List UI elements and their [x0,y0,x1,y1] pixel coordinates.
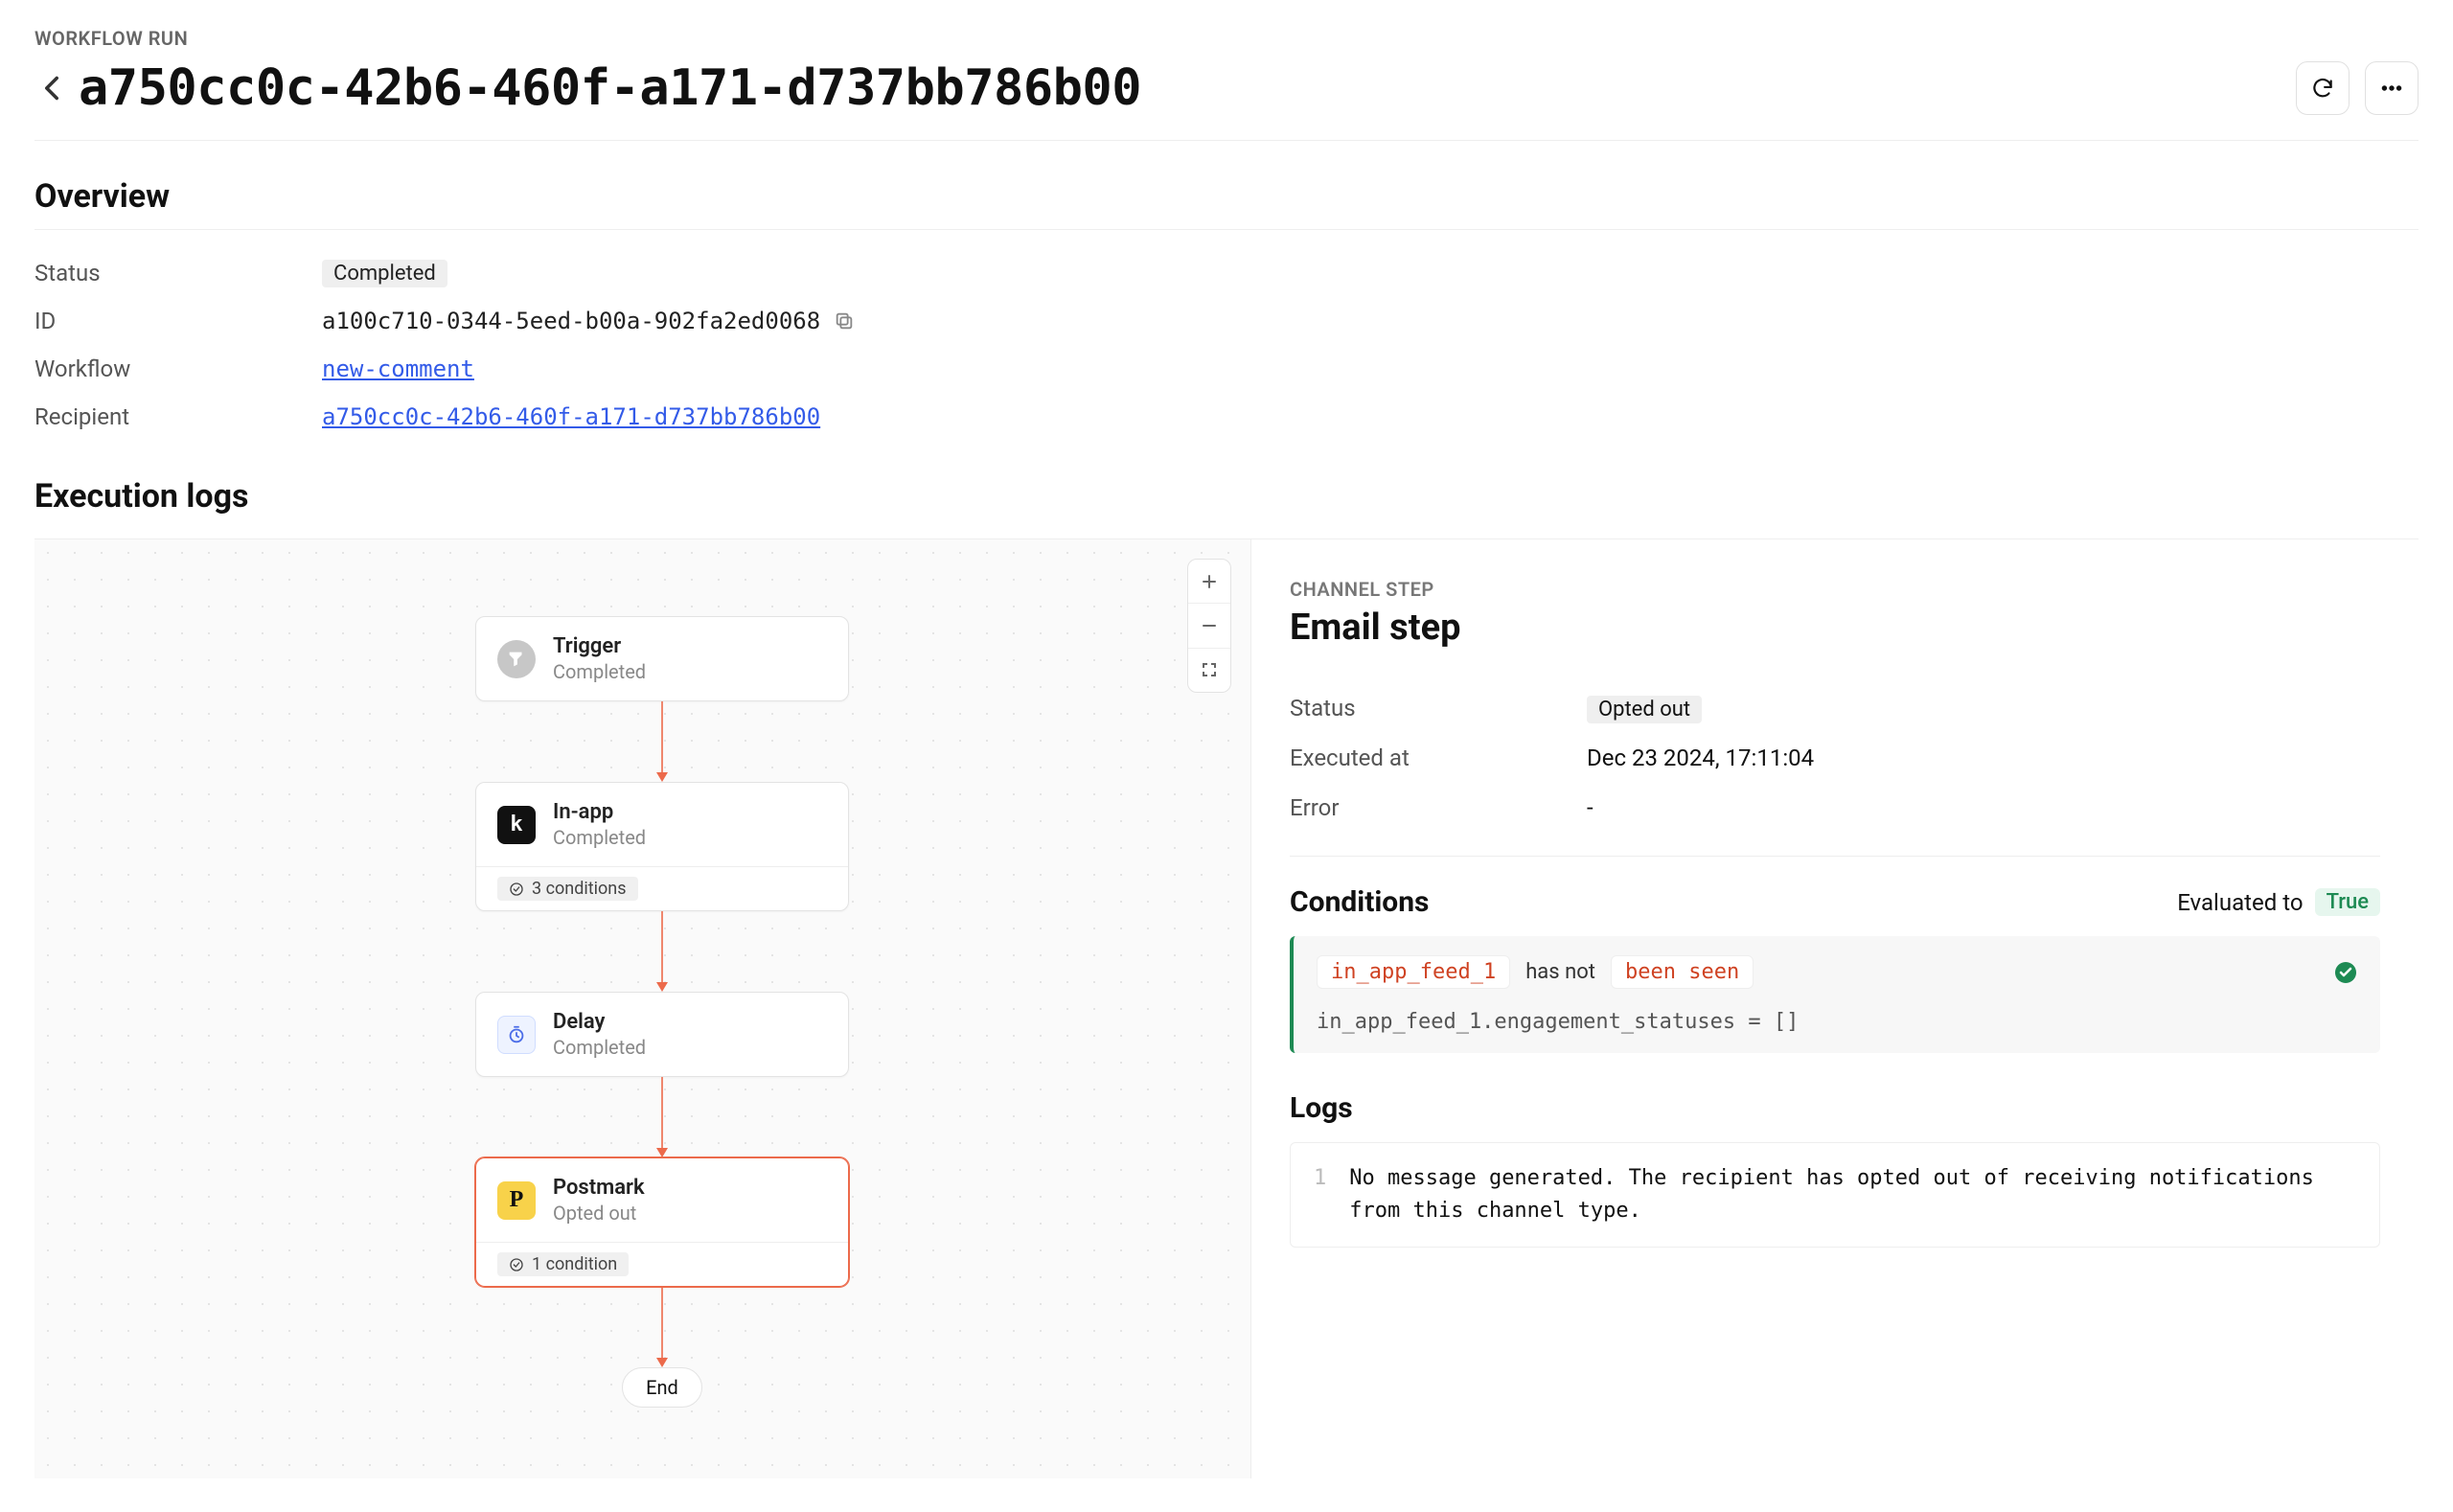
copy-icon[interactable] [834,310,855,332]
more-menu-button[interactable] [2365,61,2419,115]
zoom-out-button[interactable] [1188,603,1230,648]
overview-id-value: a100c710-0344-5eed-b00a-902fa2ed0068 [322,308,820,334]
node-inapp[interactable]: k In-app Completed 3 conditions [475,782,849,911]
overview-heading: Overview [34,177,2419,230]
evaluated-to-badge: True [2315,888,2380,916]
postmark-icon: P [497,1181,536,1220]
node-trigger-title: Trigger [553,634,646,658]
back-icon[interactable] [34,71,69,105]
detail-executed-value: Dec 23 2024, 17:11:04 [1587,745,1814,771]
node-trigger[interactable]: Trigger Completed [475,616,849,701]
workflow-canvas[interactable]: Trigger Completed k In-app Completed [34,539,1251,1478]
condition-chip-right: been seen [1611,955,1754,989]
detail-error-label: Error [1290,794,1587,821]
log-line-number: 1 [1314,1162,1326,1227]
node-postmark[interactable]: P Postmark Opted out 1 condition [475,1157,849,1287]
overview-recipient-label: Recipient [34,403,322,430]
check-circle-icon [2334,961,2357,984]
overview-status-label: Status [34,260,322,286]
overview-id-label: ID [34,308,322,334]
refresh-button[interactable] [2296,61,2350,115]
condition-operator: has not [1525,960,1595,984]
overview-recipient-link[interactable]: a750cc0c-42b6-460f-a171-d737bb786b00 [322,403,820,430]
node-postmark-title: Postmark [553,1176,645,1200]
node-delay-sub: Completed [553,1036,646,1059]
node-inapp-conditions-chip: 3 conditions [497,877,638,901]
logs-heading: Logs [1290,1091,2380,1125]
detail-title: Email step [1290,607,2380,649]
node-delay-title: Delay [553,1010,646,1034]
node-end: End [622,1367,702,1408]
overview-workflow-label: Workflow [34,355,322,382]
detail-executed-label: Executed at [1290,745,1587,771]
page-title: a750cc0c-42b6-460f-a171-d737bb786b00 [79,59,1141,117]
detail-status-label: Status [1290,695,1587,722]
condition-box: in_app_feed_1 has not been seen in_app_f… [1290,936,2380,1053]
overview-workflow-link[interactable]: new-comment [322,355,474,382]
execution-logs-heading: Execution logs [34,477,2419,529]
title-row: a750cc0c-42b6-460f-a171-d737bb786b00 [34,59,2419,141]
log-box: 1 No message generated. The recipient ha… [1290,1142,2380,1248]
detail-eyebrow: CHANNEL STEP [1290,578,2380,601]
conditions-heading: Conditions [1290,885,1429,919]
delay-icon [497,1016,536,1054]
overview-status-value: Completed [322,260,447,287]
log-line-text: No message generated. The recipient has … [1349,1162,2356,1227]
node-inapp-sub: Completed [553,826,646,849]
page-eyebrow: WORKFLOW RUN [34,27,2419,50]
node-inapp-title: In-app [553,800,646,824]
inapp-icon: k [497,806,536,844]
fit-view-button[interactable] [1188,649,1230,692]
zoom-in-button[interactable] [1188,560,1230,603]
zoom-controls [1187,559,1231,693]
trigger-icon [497,640,536,678]
detail-status-value: Opted out [1587,696,1702,723]
node-delay[interactable]: Delay Completed [475,992,849,1077]
node-postmark-sub: Opted out [553,1202,645,1225]
node-trigger-sub: Completed [553,660,646,683]
node-postmark-conditions-chip: 1 condition [497,1252,629,1276]
condition-expression: in_app_feed_1.engagement_statuses = [] [1317,1010,2357,1034]
evaluated-to-label: Evaluated to [2177,889,2303,916]
detail-error-value: - [1587,794,1593,821]
condition-chip-left: in_app_feed_1 [1317,955,1510,989]
